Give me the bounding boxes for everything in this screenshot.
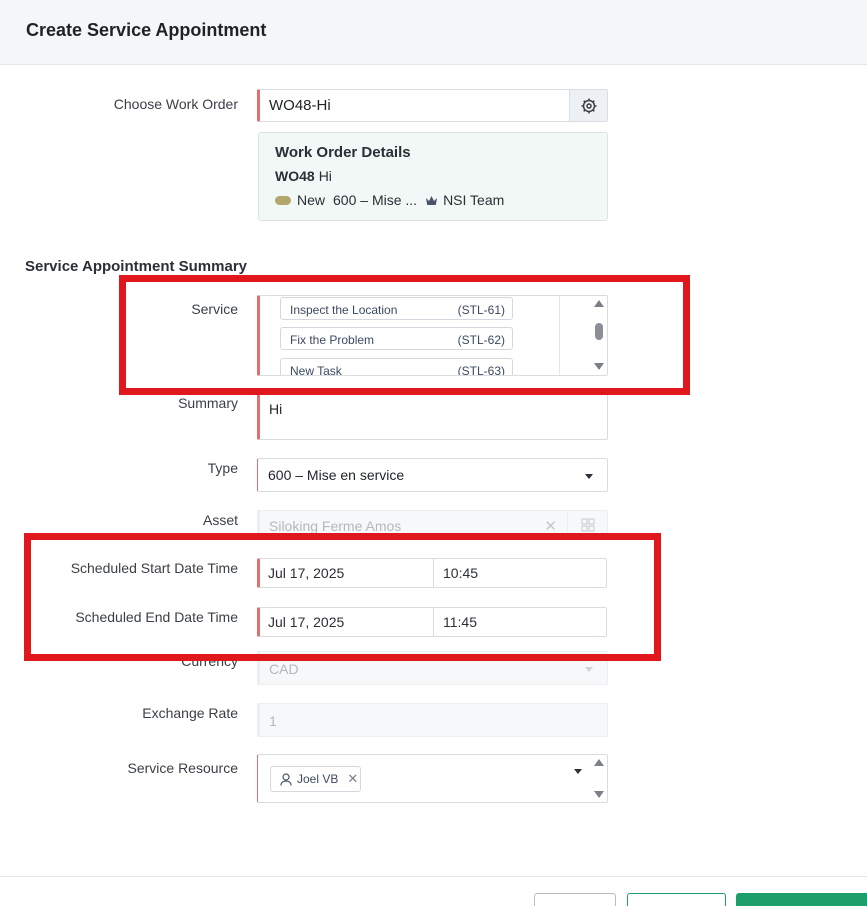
status-pill-icon	[275, 195, 291, 205]
section-title: Service Appointment Summary	[25, 258, 248, 275]
highlight-box-schedule	[24, 533, 661, 661]
work-order-team: NSI Team	[443, 192, 505, 208]
schedule-button[interactable]: Schedule	[627, 893, 726, 906]
work-order-lookup-button[interactable]	[569, 90, 607, 121]
asset-value: Siloking Ferme Amos	[269, 518, 402, 534]
work-order-details-card: Work Order Details WO48 Hi New 600 – Mise…	[258, 132, 608, 221]
cancel-button[interactable]: Cancel	[534, 893, 616, 906]
chevron-down-icon	[585, 474, 593, 479]
service-resource-name: Joel VB	[297, 772, 339, 786]
scroll-up-icon[interactable]	[594, 759, 604, 766]
exchange-rate-value: 1	[269, 713, 277, 729]
work-order-type: 600 – Mise ...	[333, 192, 418, 208]
type-label: Type	[207, 460, 238, 476]
wrench-gear-icon	[581, 98, 596, 113]
user-icon	[280, 772, 292, 786]
service-resource-chip[interactable]: Joel VB ✕	[270, 766, 361, 792]
chevron-down-icon	[585, 667, 593, 672]
grid-icon	[581, 518, 594, 532]
work-order-details-id-name: WO48 Hi	[275, 168, 332, 184]
work-order-id: WO48	[275, 168, 315, 184]
dialog-title: Create Service Appointment	[26, 20, 267, 40]
summary-value: Hi	[269, 401, 283, 417]
service-resource-label: Service Resource	[127, 760, 239, 776]
type-value: 600 – Mise en service	[268, 467, 405, 483]
summary-textarea[interactable]: Hi	[257, 392, 608, 440]
scroll-down-icon[interactable]	[594, 791, 604, 798]
work-order-details-title: Work Order Details	[275, 144, 411, 161]
footer-divider	[0, 876, 867, 877]
highlight-box-service	[119, 275, 690, 395]
crown-icon	[426, 195, 438, 205]
work-order-value: WO48-Hi	[269, 97, 331, 114]
work-order-name: Hi	[318, 168, 332, 184]
work-order-status: New	[297, 192, 326, 208]
asset-label: Asset	[202, 512, 238, 528]
work-order-details-meta: New 600 – Mise ... NSI Team	[275, 192, 504, 208]
chevron-down-icon[interactable]	[574, 769, 582, 774]
type-select[interactable]: 600 – Mise en service	[257, 458, 608, 492]
work-order-lookup[interactable]: WO48-Hi	[257, 89, 608, 122]
service-resource-select[interactable]: Joel VB ✕	[257, 754, 608, 803]
remove-icon[interactable]: ✕	[347, 771, 358, 787]
summary-label: Summary	[178, 395, 238, 411]
exchange-rate-field[interactable]: 1	[257, 703, 608, 737]
dialog-header: Create Service Appointment	[0, 0, 867, 65]
currency-value: CAD	[269, 661, 299, 677]
work-order-label: Choose Work Order	[113, 96, 238, 112]
exchange-rate-label: Exchange Rate	[142, 705, 238, 721]
schedule-and-dispatch-button[interactable]: Schedule And D	[736, 893, 867, 906]
